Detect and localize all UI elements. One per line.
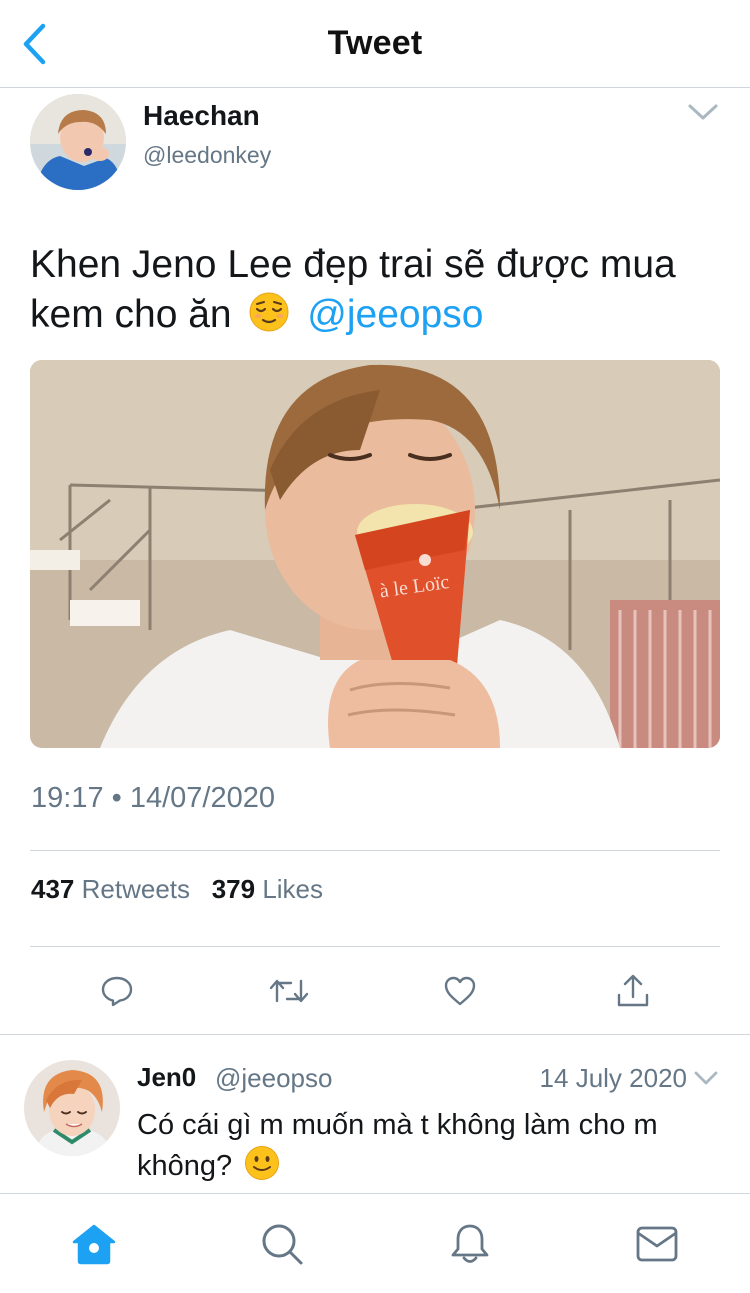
tab-search[interactable] bbox=[258, 1220, 306, 1268]
bell-icon bbox=[451, 1224, 489, 1263]
tweet-options-button[interactable] bbox=[686, 98, 720, 126]
relieved-face-emoji bbox=[249, 292, 289, 332]
reply-icon bbox=[101, 976, 133, 1007]
avatar-image bbox=[24, 1060, 120, 1156]
likes-label: Likes bbox=[262, 874, 324, 904]
heart-icon bbox=[444, 976, 476, 1006]
navigation-header: Tweet bbox=[0, 0, 750, 88]
reply-author-handle[interactable]: @jeeopso bbox=[215, 1063, 332, 1094]
retweets-label: Retweets bbox=[81, 874, 191, 904]
bottom-tab-bar bbox=[0, 1193, 750, 1293]
avatar[interactable] bbox=[24, 1060, 120, 1156]
reply-author-name[interactable]: Jen0 bbox=[137, 1062, 196, 1093]
search-icon bbox=[262, 1224, 303, 1265]
likes-stat[interactable]: 379 Likes bbox=[212, 874, 323, 904]
reply-body: Có cái gì m muốn mà t không làm cho m kh… bbox=[137, 1109, 658, 1182]
photo-image: à le Loïc bbox=[30, 360, 720, 748]
retweet-icon bbox=[269, 979, 309, 1003]
reply-date: 14 July 2020 bbox=[539, 1063, 687, 1093]
tweet-stats: 437 Retweets 379 Likes bbox=[31, 874, 323, 905]
reply-options-button[interactable] bbox=[692, 1066, 720, 1090]
tweet-timestamp: 19:17 • 14/07/2020 bbox=[31, 782, 275, 814]
reply-button[interactable] bbox=[93, 967, 141, 1015]
home-icon bbox=[72, 1224, 116, 1265]
tab-home[interactable] bbox=[70, 1220, 118, 1268]
tweet-photo[interactable]: à le Loïc bbox=[30, 360, 720, 748]
retweets-count: 437 bbox=[31, 874, 75, 904]
tweet-action-bar bbox=[30, 955, 720, 1027]
divider bbox=[30, 946, 720, 947]
avatar-image bbox=[30, 94, 126, 190]
mail-icon bbox=[636, 1226, 678, 1262]
retweets-stat[interactable]: 437 Retweets bbox=[31, 874, 190, 904]
author-name[interactable]: Haechan bbox=[143, 100, 260, 132]
author-handle[interactable]: @leedonkey bbox=[143, 142, 271, 169]
tweet-author-block: Haechan @leedonkey bbox=[30, 94, 720, 194]
retweet-button[interactable] bbox=[265, 967, 313, 1015]
divider bbox=[0, 1034, 750, 1035]
share-button[interactable] bbox=[609, 967, 657, 1015]
avatar[interactable] bbox=[30, 94, 126, 190]
reply-tweet[interactable]: Jen0 @jeeopso 14 July 2020 Có cái gì m m… bbox=[0, 1036, 750, 1192]
chevron-down-icon bbox=[694, 1071, 718, 1085]
tab-notifications[interactable] bbox=[446, 1220, 494, 1268]
slightly-smiling-face-emoji bbox=[245, 1146, 280, 1180]
mention-link[interactable]: @jeeopso bbox=[307, 293, 483, 336]
likes-count: 379 bbox=[211, 874, 256, 904]
share-icon bbox=[617, 974, 649, 1007]
like-button[interactable] bbox=[436, 967, 484, 1015]
page-title: Tweet bbox=[327, 24, 423, 62]
reply-text: Có cái gì m muốn mà t không làm cho m kh… bbox=[137, 1106, 727, 1186]
tweet-text: Khen Jeno Lee đẹp trai sẽ được mua kem c… bbox=[30, 240, 720, 340]
chevron-down-icon bbox=[688, 104, 718, 120]
divider bbox=[30, 850, 720, 851]
tab-messages[interactable] bbox=[633, 1220, 681, 1268]
